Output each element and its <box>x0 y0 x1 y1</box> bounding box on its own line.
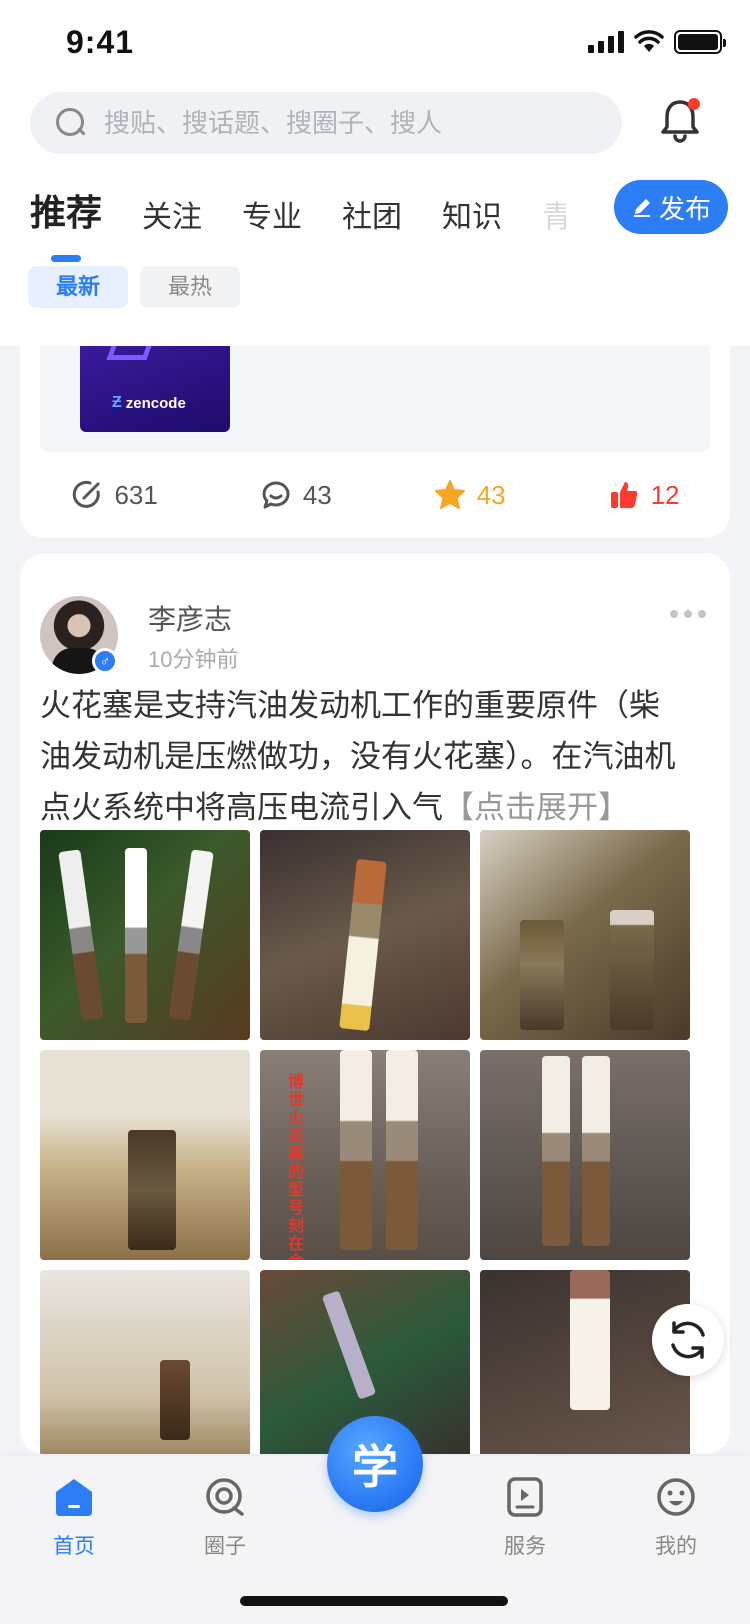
photo-caption: 博世火花塞的型号刻在金属上 <box>288 1074 305 1260</box>
wifi-icon <box>634 30 664 52</box>
refresh-button[interactable] <box>652 1304 724 1376</box>
post-body[interactable]: 火花塞是支持汽油发动机工作的重要原件（柴油发动机是压燃做功，没有火花塞）。在汽油… <box>40 680 680 833</box>
refresh-icon <box>671 1321 705 1359</box>
star-icon <box>434 480 465 509</box>
home-icon <box>56 1479 92 1516</box>
search-bar[interactable] <box>30 92 622 154</box>
status-bar: 9:41 <box>0 0 750 88</box>
edit-circle-icon <box>73 480 101 508</box>
filter-latest[interactable]: 最新 <box>28 266 129 308</box>
service-icon <box>507 1477 543 1517</box>
tab-club[interactable]: 社团 <box>342 192 402 240</box>
circle-icon <box>206 1478 244 1516</box>
tab-major[interactable]: 专业 <box>242 192 302 240</box>
post-thumbnail[interactable]: Ƶ zencode <box>80 346 230 432</box>
home-indicator <box>240 1596 508 1606</box>
tab-follow[interactable]: 关注 <box>142 192 202 240</box>
status-icons <box>588 30 726 54</box>
thumbs-up-icon <box>610 482 637 508</box>
tab-knowledge[interactable]: 知识 <box>442 192 502 240</box>
post-card[interactable]: ♂ 李彦志 10分钟前 火花塞是支持汽油发动机工作的重要原件（柴油发动机是压燃做… <box>20 554 730 1454</box>
post-image[interactable] <box>260 830 470 1040</box>
male-gender-icon: ♂ <box>92 648 118 674</box>
favorite-count-value: 43 <box>476 479 506 510</box>
post-image[interactable] <box>480 1050 690 1260</box>
post-image[interactable] <box>40 830 250 1040</box>
username[interactable]: 李彦志 <box>148 598 232 638</box>
photo-grid: 博世火花塞的型号刻在金属上 <box>40 830 690 1454</box>
thumbnail-text: zencode <box>125 394 186 412</box>
nav-home[interactable]: 首页 <box>29 1476 119 1560</box>
filter-hot[interactable]: 最热 <box>140 266 241 308</box>
post-stats: 631 43 43 12 <box>20 452 730 538</box>
nav-service[interactable]: 服务 <box>480 1476 570 1560</box>
post-card[interactable]: Ƶ zencode 631 43 43 12 <box>20 346 730 538</box>
nav-circle-label: 圈子 <box>204 1535 246 1558</box>
expand-link[interactable]: 【点击展开】 <box>443 790 629 825</box>
nav-service-label: 服务 <box>504 1535 546 1558</box>
tab-recommend[interactable]: 推荐 <box>30 184 102 262</box>
favorite-count[interactable]: 43 <box>433 478 506 512</box>
z-mark-icon: Ƶ <box>112 394 122 411</box>
notification-dot <box>688 98 700 110</box>
search-input[interactable] <box>104 107 564 139</box>
post-image[interactable] <box>40 1050 250 1260</box>
publish-label: 发布 <box>658 193 711 224</box>
post-image[interactable] <box>40 1270 250 1454</box>
post-image[interactable]: 博世火花塞的型号刻在金属上 <box>260 1050 470 1260</box>
tab-youth[interactable]: 青 <box>542 192 566 240</box>
header: 推荐 关注 专业 社团 知识 青 发布 最新 最热 <box>0 88 750 346</box>
cellular-signal-icon <box>588 31 624 53</box>
nav-mine[interactable]: 我的 <box>631 1476 721 1560</box>
post-time: 10分钟前 <box>148 647 239 672</box>
notification-bell-button[interactable] <box>654 94 706 146</box>
search-icon <box>56 108 86 138</box>
category-tabs: 推荐 关注 专业 社团 知识 青 <box>30 180 566 262</box>
publish-button[interactable]: 发布 <box>614 180 728 234</box>
profile-face-icon <box>657 1478 695 1516</box>
bottom-nav: 首页 圈子 学 服务 我的 <box>0 1416 750 1624</box>
more-options-icon[interactable] <box>670 610 706 618</box>
like-count[interactable]: 12 <box>607 478 680 512</box>
quoted-content[interactable]: Ƶ zencode <box>40 346 710 452</box>
pen-icon <box>633 199 650 217</box>
battery-icon <box>674 30 726 54</box>
thumbnail-logo: Ƶ zencode <box>112 394 186 412</box>
status-time: 9:41 <box>66 24 135 60</box>
post-image[interactable] <box>480 830 690 1040</box>
nav-home-label: 首页 <box>53 1535 95 1558</box>
like-count-value: 12 <box>650 479 680 510</box>
zencode-logo-icon <box>106 346 154 360</box>
post-image[interactable] <box>480 1270 690 1454</box>
comment-count-value: 43 <box>302 479 332 510</box>
comment-count[interactable]: 43 <box>259 478 332 512</box>
nav-circle[interactable]: 圈子 <box>180 1476 270 1560</box>
comment-icon <box>262 481 290 509</box>
nav-mine-label: 我的 <box>655 1535 697 1558</box>
sort-filter: 最新 最热 <box>28 266 241 308</box>
view-count-value: 631 <box>114 479 158 510</box>
nav-learn-button[interactable]: 学 <box>327 1416 423 1512</box>
view-count[interactable]: 631 <box>70 478 158 512</box>
